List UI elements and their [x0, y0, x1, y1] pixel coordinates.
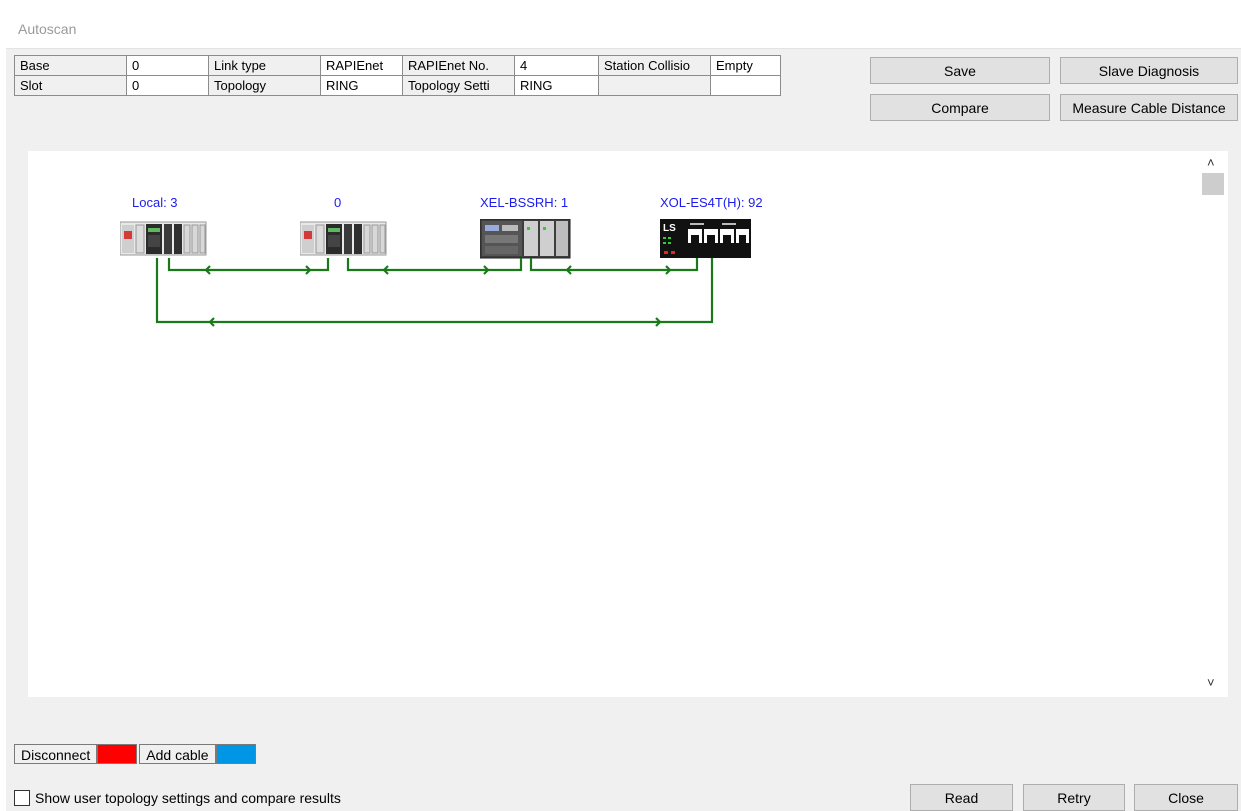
- link-local-to-0: [167, 258, 330, 275]
- close-button[interactable]: Close: [1134, 784, 1238, 811]
- retry-button[interactable]: Retry: [1023, 784, 1125, 811]
- legend-label-disconnect: Disconnect: [14, 744, 98, 764]
- scan-info-table: Base 0 Link type RAPIEnet RAPIEnet No. 4…: [14, 55, 781, 96]
- info-label-topology: Topology: [209, 76, 321, 96]
- info-value-rapienet-no: 4: [515, 56, 599, 76]
- info-value-slot: 0: [127, 76, 209, 96]
- info-value-topology-setting: RING: [515, 76, 599, 96]
- legend-swatch-add-cable: [215, 744, 256, 764]
- info-value-station-collision: Empty: [711, 56, 781, 76]
- info-label-slot: Slot: [15, 76, 127, 96]
- cable-legend: Disconnect Add cable: [14, 744, 258, 764]
- legend-swatch-disconnect: [97, 744, 138, 764]
- legend-label-add-cable: Add cable: [139, 744, 216, 764]
- window-titlebar: Autoscan: [0, 0, 1241, 49]
- info-label-empty: [599, 76, 711, 96]
- measure-cable-distance-button[interactable]: Measure Cable Distance: [1060, 94, 1238, 121]
- show-user-topology-checkbox[interactable]: [14, 790, 30, 806]
- show-user-topology-option[interactable]: Show user topology settings and compare …: [14, 790, 341, 806]
- slave-diagnosis-button[interactable]: Slave Diagnosis: [1060, 57, 1238, 84]
- chevron-down-icon[interactable]: ˅: [1207, 675, 1215, 690]
- info-value-base: 0: [127, 56, 209, 76]
- info-value-topology: RING: [321, 76, 403, 96]
- window-left-edge: [0, 48, 6, 811]
- chevron-up-icon[interactable]: ˄: [1207, 155, 1215, 170]
- info-label-rapienet-no: RAPIEnet No.: [403, 56, 515, 76]
- info-value-link-type: RAPIEnet: [321, 56, 403, 76]
- save-button[interactable]: Save: [870, 57, 1050, 84]
- read-button[interactable]: Read: [910, 784, 1013, 811]
- topology-links: [155, 258, 714, 327]
- info-label-base: Base: [15, 56, 127, 76]
- info-value-empty: [711, 76, 781, 96]
- scrollbar-thumb[interactable]: [1202, 173, 1224, 195]
- topology-canvas[interactable]: Local: 3 0 XEL-BSSRH: 1 XOL-ES4T(H): 92: [28, 151, 1200, 697]
- info-label-station-collision: Station Collisio: [599, 56, 711, 76]
- window-title: Autoscan: [18, 21, 77, 37]
- link-ring-return: [155, 258, 714, 327]
- info-label-link-type: Link type: [209, 56, 321, 76]
- link-0-to-xel-bssrh: [346, 258, 523, 275]
- canvas-vertical-scrollbar[interactable]: ˄ ˅: [1200, 151, 1228, 697]
- compare-button[interactable]: Compare: [870, 94, 1050, 121]
- show-user-topology-label: Show user topology settings and compare …: [35, 790, 341, 806]
- info-label-topology-setting: Topology Setti: [403, 76, 515, 96]
- link-xel-bssrh-to-xol-es4t: [529, 258, 699, 275]
